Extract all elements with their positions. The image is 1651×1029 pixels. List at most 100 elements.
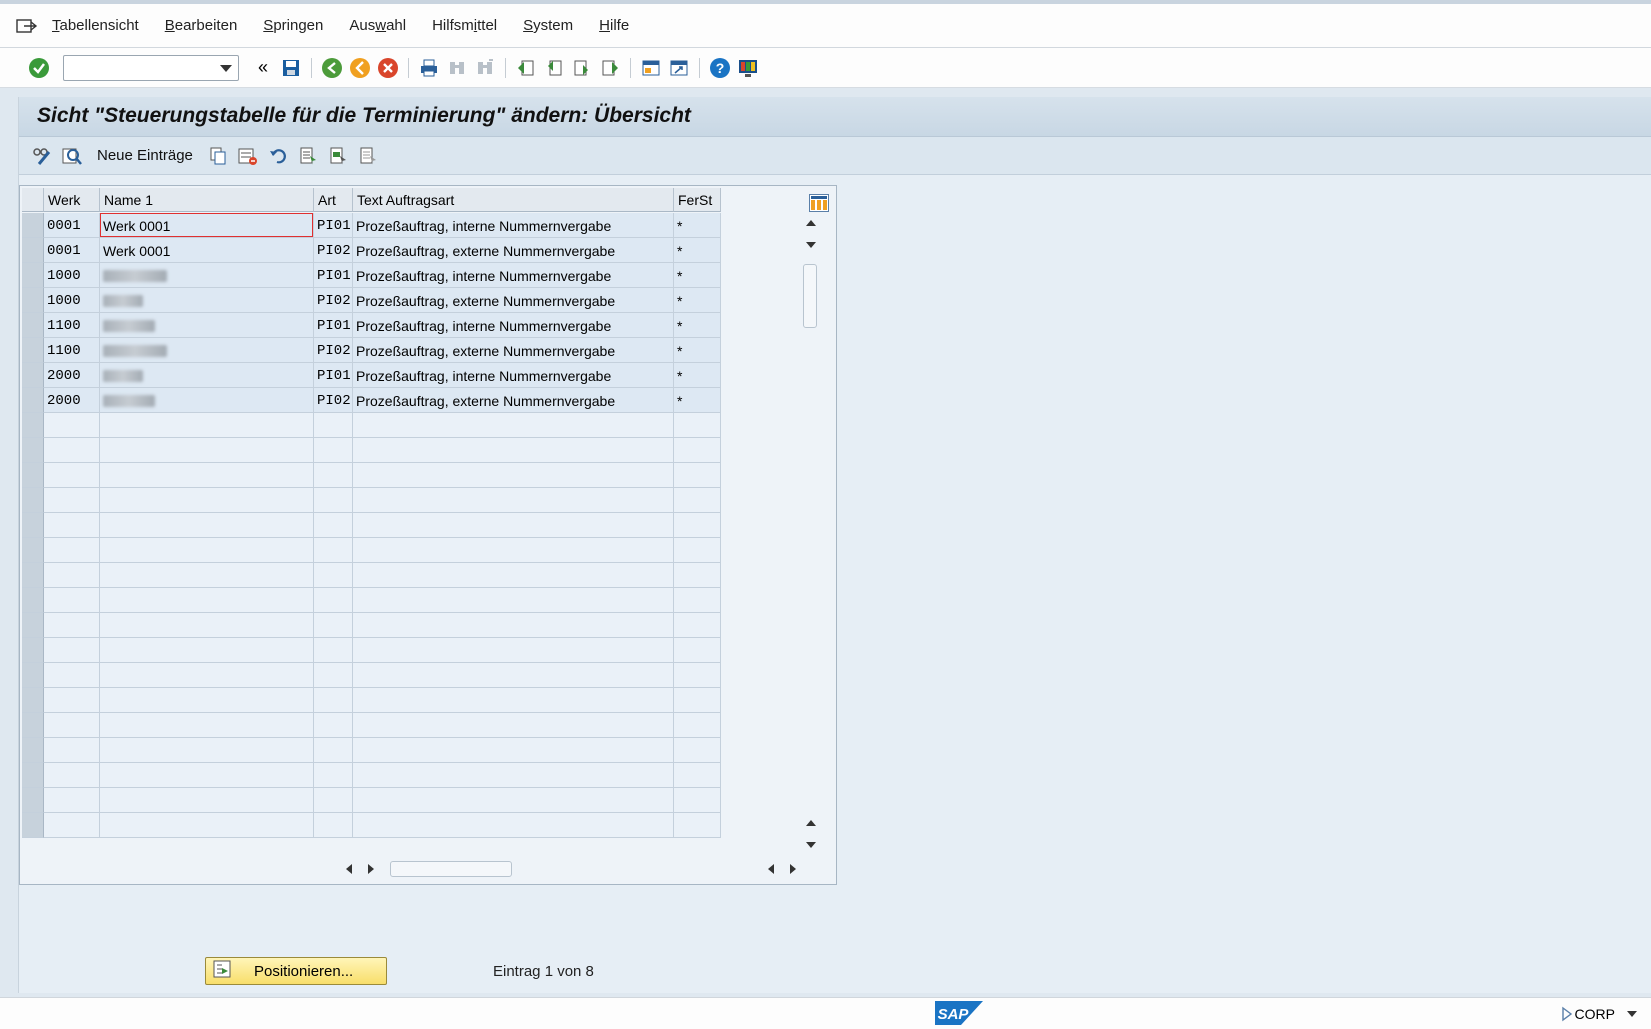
scroll-up-icon[interactable] — [800, 220, 822, 226]
row-selector[interactable] — [22, 663, 44, 688]
cell-art: PI01 — [314, 213, 353, 238]
horizontal-scrollbar[interactable] — [330, 858, 820, 880]
row-selector[interactable] — [22, 438, 44, 463]
cell-werk — [44, 463, 100, 488]
row-selector[interactable] — [22, 263, 44, 288]
menu-icon[interactable] — [16, 17, 38, 35]
row-selector[interactable] — [22, 213, 44, 238]
row-selector[interactable] — [22, 613, 44, 638]
cell-text — [353, 788, 674, 813]
scroll-page-up-icon[interactable] — [800, 820, 822, 826]
new-entries-button[interactable]: Neue Einträge — [97, 147, 193, 164]
next-page-icon[interactable] — [571, 57, 593, 79]
delete-icon[interactable] — [237, 145, 259, 167]
position-button[interactable]: Positionieren... — [205, 957, 387, 985]
scroll-col-right-icon[interactable] — [790, 864, 796, 874]
cell-ferst — [674, 563, 721, 588]
header-col-ferst[interactable]: FerSt — [674, 188, 721, 212]
menu-item-auswahl[interactable]: Auswahl — [349, 17, 406, 34]
row-selector[interactable] — [22, 238, 44, 263]
generate-shortcut-icon[interactable] — [668, 57, 690, 79]
cell-text — [353, 413, 674, 438]
create-session-icon[interactable] — [640, 57, 662, 79]
menu-item-hilfe[interactable]: Hilfe — [599, 17, 629, 34]
undo-change-icon[interactable] — [267, 145, 289, 167]
cell-art: PI02 — [314, 388, 353, 413]
select-all-icon[interactable] — [297, 145, 319, 167]
back-icon[interactable] — [321, 57, 343, 79]
row-selector[interactable] — [22, 363, 44, 388]
cell-ferst — [674, 588, 721, 613]
header-col-text-auftragsart[interactable]: Text Auftragsart — [353, 188, 674, 212]
row-selector[interactable] — [22, 813, 44, 838]
details-icon[interactable] — [61, 145, 83, 167]
header-select-all-corner[interactable] — [22, 188, 44, 212]
row-selector[interactable] — [22, 413, 44, 438]
header-col-name-1[interactable]: Name 1 — [100, 188, 314, 212]
cell-name — [100, 588, 314, 613]
first-page-icon[interactable] — [515, 57, 537, 79]
previous-page-icon[interactable] — [543, 57, 565, 79]
cell-art: PI01 — [314, 313, 353, 338]
vertical-scrollbar[interactable] — [800, 214, 822, 854]
header-col-werk[interactable]: Werk — [44, 188, 100, 212]
copy-as-icon[interactable] — [207, 145, 229, 167]
cell-ferst: * — [674, 338, 721, 363]
select-block-icon[interactable] — [327, 145, 349, 167]
cell-werk — [44, 563, 100, 588]
status-expand-icon[interactable] — [1561, 1006, 1573, 1026]
enter-check-icon[interactable] — [28, 57, 50, 79]
menu-item-tabellensicht[interactable]: Tabellensicht — [52, 17, 139, 34]
row-selector[interactable] — [22, 488, 44, 513]
scroll-page-down-icon[interactable] — [800, 842, 822, 848]
header-col-art[interactable]: Art — [314, 188, 353, 212]
row-selector[interactable] — [22, 313, 44, 338]
cell-art — [314, 638, 353, 663]
standard-toolbar: « ? — [0, 48, 1651, 88]
row-selector[interactable] — [22, 638, 44, 663]
help-icon[interactable]: ? — [709, 57, 731, 79]
row-selector[interactable] — [22, 688, 44, 713]
menu-item-hilfsmittel[interactable]: Hilfsmittel — [432, 17, 497, 34]
vertical-scroll-thumb[interactable] — [803, 264, 817, 328]
row-selector[interactable] — [22, 388, 44, 413]
row-selector[interactable] — [22, 338, 44, 363]
scroll-down-icon[interactable] — [800, 242, 822, 248]
cell-ferst — [674, 538, 721, 563]
cancel-icon[interactable] — [377, 57, 399, 79]
double-chevron-left-icon[interactable]: « — [252, 57, 274, 79]
row-selector[interactable] — [22, 763, 44, 788]
table-settings-icon[interactable] — [809, 194, 829, 212]
menu-item-springen[interactable]: Springen — [263, 17, 323, 34]
display-change-icon[interactable] — [31, 145, 53, 167]
menu-item-system[interactable]: System — [523, 17, 573, 34]
scroll-col-left-icon[interactable] — [768, 864, 774, 874]
cell-werk: 2000 — [44, 363, 100, 388]
chevron-down-icon[interactable] — [220, 64, 232, 72]
row-selector[interactable] — [22, 538, 44, 563]
save-icon[interactable] — [280, 57, 302, 79]
cell-name — [100, 488, 314, 513]
scroll-left-icon[interactable] — [346, 864, 352, 874]
row-selector[interactable] — [22, 513, 44, 538]
cell-werk: 1100 — [44, 313, 100, 338]
exit-icon[interactable] — [349, 57, 371, 79]
row-selector[interactable] — [22, 463, 44, 488]
layout-menu-icon[interactable] — [737, 57, 759, 79]
cell-text — [353, 563, 674, 588]
row-selector[interactable] — [22, 588, 44, 613]
deselect-all-icon[interactable] — [357, 145, 379, 167]
row-selector[interactable] — [22, 288, 44, 313]
row-selector[interactable] — [22, 563, 44, 588]
print-icon[interactable] — [418, 57, 440, 79]
scroll-right-icon[interactable] — [368, 864, 374, 874]
menu-item-bearbeiten[interactable]: Bearbeiten — [165, 17, 238, 34]
row-selector[interactable] — [22, 713, 44, 738]
last-page-icon[interactable] — [599, 57, 621, 79]
command-field[interactable] — [63, 54, 239, 81]
chevron-down-icon[interactable] — [1627, 1011, 1637, 1017]
row-selector[interactable] — [22, 738, 44, 763]
cell-werk: 1000 — [44, 288, 100, 313]
horizontal-scroll-thumb[interactable] — [390, 861, 512, 877]
row-selector[interactable] — [22, 788, 44, 813]
